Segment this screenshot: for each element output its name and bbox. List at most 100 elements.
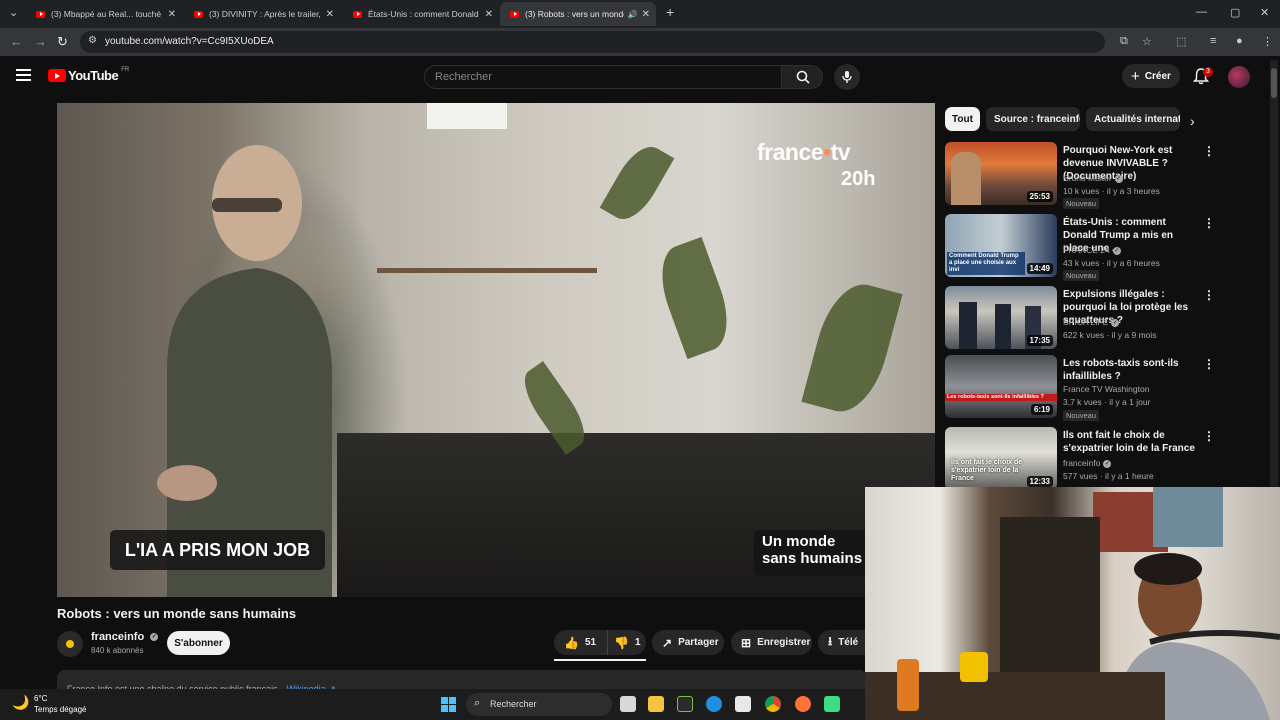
close-icon[interactable]: ✕ xyxy=(485,9,493,20)
youtube-logo[interactable]: YouTube FR xyxy=(48,67,129,83)
chip-all[interactable]: Tout xyxy=(945,107,980,131)
recommendation-item[interactable]: Ils ont fait le choix de s'expatrier loi… xyxy=(945,427,1215,493)
channel-avatar[interactable] xyxy=(57,631,83,657)
channel-text: France TV Washington xyxy=(1063,384,1150,394)
recommendation-channel[interactable]: Bruno Maltor ✓ xyxy=(1063,173,1123,183)
app-icon[interactable] xyxy=(824,696,840,712)
recommendation-item[interactable]: 25:53 Pourquoi New-York est devenue INVI… xyxy=(945,142,1215,209)
chrome-menu-icon[interactable]: ⋮ xyxy=(1262,35,1273,48)
recommendation-meta: 622 k vues · il y a 9 mois xyxy=(1063,330,1157,340)
windows-start-icon[interactable] xyxy=(441,697,456,712)
edition-label: 20h xyxy=(841,168,876,190)
back-icon[interactable]: ← xyxy=(10,34,23,49)
verified-icon: ✓ xyxy=(1114,174,1123,183)
chevron-right-icon[interactable]: › xyxy=(1190,113,1195,129)
recommendation-item[interactable]: Comment Donald Trump a placé une choisie… xyxy=(945,214,1215,281)
recommendation-channel[interactable]: FRANCE 24 ✓ xyxy=(1063,245,1121,255)
voice-search-button[interactable] xyxy=(834,64,860,90)
new-badge: Nouveau xyxy=(1063,270,1100,281)
search-icon xyxy=(796,70,810,84)
speaker-icon[interactable]: 🔊 xyxy=(628,10,638,19)
more-options-icon[interactable]: ⋮ xyxy=(1203,288,1215,302)
thumbs-down-icon: 👎 xyxy=(614,635,629,650)
recommendation-item[interactable]: 17:35 Expulsions illégales : pourquoi la… xyxy=(945,286,1215,352)
create-button[interactable]: + Créer xyxy=(1122,64,1180,88)
verified-icon: ✓ xyxy=(1112,246,1121,255)
new-tab-icon[interactable]: + xyxy=(666,4,674,20)
edge-icon[interactable] xyxy=(706,696,722,712)
bookmark-star-icon[interactable]: ☆ xyxy=(1142,35,1152,48)
browser-tab[interactable]: États-Unis : comment Donald T ✕ xyxy=(343,2,499,26)
maximize-icon[interactable]: ▢ xyxy=(1230,6,1240,19)
verified-icon: ✓ xyxy=(1103,459,1112,468)
window-close-icon[interactable]: ✕ xyxy=(1260,6,1269,19)
browser-tab[interactable]: (3) Mbappé au Real... touché pa ✕ xyxy=(26,2,182,26)
weather-moon-icon[interactable]: 🌙 xyxy=(12,694,29,711)
browser-tab[interactable]: (3) DIVINITY : Après le trailer, L ✕ xyxy=(184,2,340,26)
close-icon[interactable]: ✕ xyxy=(168,9,176,20)
video-thumbnail[interactable]: Ils ont fait le choix de s'expatrier loi… xyxy=(945,427,1057,490)
chrome-icon[interactable] xyxy=(765,696,781,712)
share-button[interactable]: ↗ Partager xyxy=(652,630,724,655)
browser-tab-active[interactable]: (3) Robots : vers un monde 🔊 ✕ xyxy=(500,2,656,26)
video-thumbnail[interactable]: Les robots-taxis sont-ils infaillibles ?… xyxy=(945,355,1057,418)
chip-international-news[interactable]: Actualités internatio xyxy=(1086,107,1180,131)
recommendation-meta: 577 vues · il y a 1 heure xyxy=(1063,471,1154,481)
cast-icon[interactable]: ⧉ xyxy=(1120,35,1128,48)
scrollbar-thumb[interactable] xyxy=(1271,68,1277,98)
more-options-icon[interactable]: ⋮ xyxy=(1203,429,1215,443)
account-avatar[interactable] xyxy=(1228,66,1250,88)
forward-icon[interactable]: → xyxy=(34,34,47,49)
recommendation-item[interactable]: Les robots-taxis sont-ils infaillibles ?… xyxy=(945,355,1215,421)
channel-name[interactable]: franceinfo ✓ xyxy=(91,631,159,643)
site-info-icon[interactable]: ⚙ xyxy=(88,35,97,46)
recommendation-channel[interactable]: SPICA LIFE ✓ xyxy=(1063,317,1120,327)
microsoft-store-icon[interactable] xyxy=(735,696,751,712)
more-options-icon[interactable]: ⋮ xyxy=(1203,144,1215,158)
search-placeholder: Rechercher xyxy=(435,71,492,83)
search-button[interactable] xyxy=(781,65,823,89)
video-caption: L'IA A PRIS MON JOB xyxy=(110,530,325,570)
task-view-icon[interactable] xyxy=(620,696,636,712)
video-duration: 12:33 xyxy=(1026,476,1053,487)
channel-text: FRANCE 24 xyxy=(1063,245,1110,255)
video-thumbnail[interactable]: Comment Donald Trump a placé une choisie… xyxy=(945,214,1057,277)
page-scrollbar[interactable] xyxy=(1270,60,1278,490)
video-duration: 6:19 xyxy=(1030,404,1053,415)
tab-search-icon[interactable]: ⌄ xyxy=(9,6,18,19)
weather-description: Temps dégagé xyxy=(34,705,87,714)
close-icon[interactable]: ✕ xyxy=(642,9,650,20)
taskbar-search[interactable]: ⌕ Rechercher xyxy=(466,693,612,716)
video-scene-window xyxy=(427,103,507,129)
more-options-icon[interactable]: ⋮ xyxy=(1203,357,1215,371)
profile-icon[interactable]: ● xyxy=(1236,35,1243,47)
reload-icon[interactable]: ↻ xyxy=(57,34,68,50)
reading-list-icon[interactable]: ≡ xyxy=(1210,35,1216,47)
extensions-icon[interactable]: ⬚ xyxy=(1176,35,1186,48)
search-input[interactable]: Rechercher xyxy=(424,65,782,89)
video-thumbnail[interactable]: 17:35 xyxy=(945,286,1057,349)
recommendation-meta: 10 k vues · il y a 3 heures xyxy=(1063,186,1160,196)
close-icon[interactable]: ✕ xyxy=(326,9,334,20)
like-button[interactable]: 👍 51 xyxy=(554,630,608,655)
video-thumbnail[interactable]: 25:53 xyxy=(945,142,1057,205)
firefox-icon[interactable] xyxy=(795,696,811,712)
subscribe-button[interactable]: S'abonner xyxy=(167,631,230,655)
recommendation-channel[interactable]: France TV Washington xyxy=(1063,384,1149,394)
wall-poster xyxy=(1153,487,1223,547)
share-icon: ↗ xyxy=(662,635,673,650)
dislike-button[interactable]: 👎 1 xyxy=(608,630,641,655)
more-options-icon[interactable]: ⋮ xyxy=(1203,216,1215,230)
video-player[interactable]: france•tv 20h L'IA A PRIS MON JOB Un mon… xyxy=(57,103,935,597)
hamburger-menu-icon[interactable] xyxy=(16,69,31,81)
chip-source[interactable]: Source : franceinfo xyxy=(986,107,1080,131)
recommendation-channel[interactable]: franceinfo ✓ xyxy=(1063,458,1112,468)
nvidia-icon[interactable] xyxy=(677,696,693,712)
download-button[interactable]: ⭳ Télé xyxy=(818,630,865,655)
thumbnail-caption: Ils ont fait le choix de s'expatrier loi… xyxy=(951,459,1023,482)
file-explorer-icon[interactable] xyxy=(648,696,664,712)
url-field[interactable]: ⚙ youtube.com/watch?v=Cc9I5XUoDEA xyxy=(80,31,1105,53)
video-scene-shelf xyxy=(377,268,597,273)
save-button[interactable]: ⊞ Enregistrer xyxy=(731,630,812,655)
minimize-icon[interactable]: — xyxy=(1196,6,1207,18)
